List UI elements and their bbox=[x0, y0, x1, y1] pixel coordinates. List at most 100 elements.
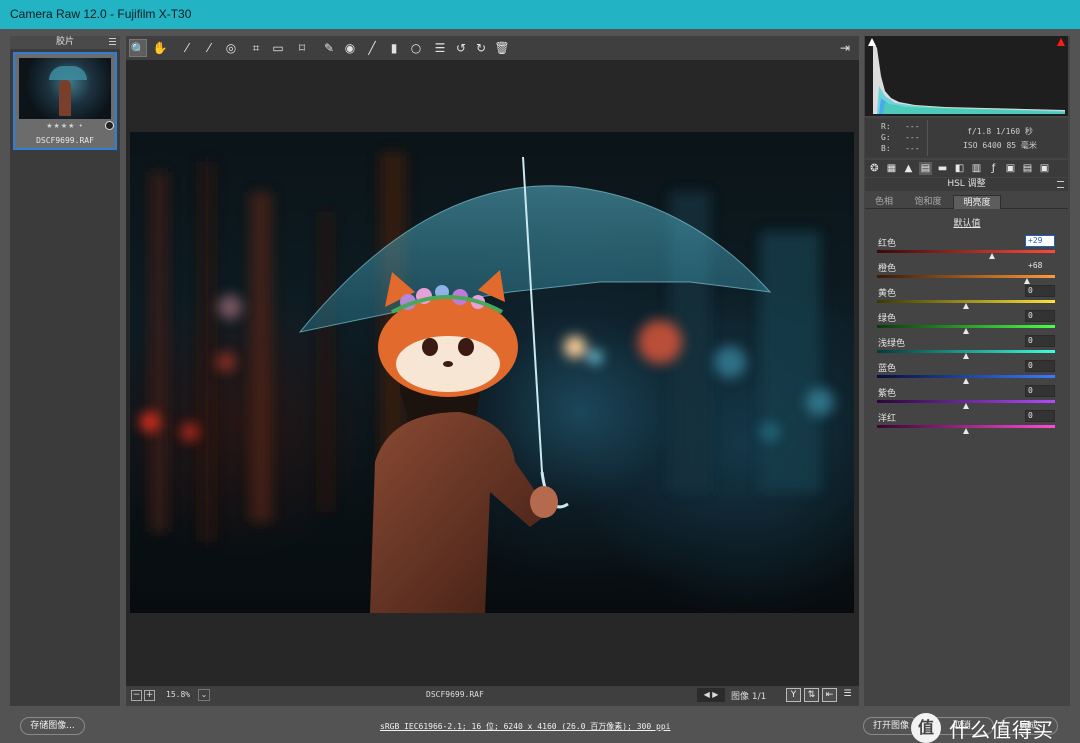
iso-focal-length: ISO 6400 85 毫米 bbox=[963, 141, 1037, 150]
effects-icon[interactable]: ▥ bbox=[970, 162, 983, 175]
color-sampler-tool-icon[interactable]: ⁄ bbox=[200, 39, 218, 57]
slider-label: 黄色 bbox=[878, 289, 897, 299]
hsl-icon[interactable]: ▤ bbox=[919, 162, 932, 175]
before-after-button[interactable]: ⇅ bbox=[804, 688, 819, 702]
tab-luminance[interactable]: 明亮度 bbox=[953, 195, 1001, 209]
slider-label: 浅绿色 bbox=[878, 339, 906, 349]
thumbnail-image bbox=[19, 58, 111, 119]
filmstrip-header: 胶片 bbox=[10, 36, 120, 49]
view-y-button[interactable]: Y bbox=[786, 688, 801, 702]
camera-raw-window: Camera Raw 12.0 - Fujifilm X-T30 胶片 ★★★★… bbox=[0, 0, 1080, 743]
slider-thumb[interactable] bbox=[963, 403, 969, 409]
targeted-adjustment-tool-icon[interactable]: ◎ bbox=[222, 39, 240, 57]
slider-thumb[interactable] bbox=[1023, 278, 1030, 284]
panel-tab-icons: ❂ ▦ ▲ ▤ ▬ ◧ ▥ ƒ ▣ ▤ ▣ bbox=[865, 160, 1068, 177]
image-nav-buttons[interactable]: ◀ ▶ bbox=[697, 688, 725, 702]
slider-thumb[interactable] bbox=[963, 303, 969, 309]
detail-icon[interactable]: ▲ bbox=[902, 162, 915, 175]
slider-label: 橙色 bbox=[878, 264, 897, 274]
radial-filter-icon[interactable]: ○ bbox=[407, 39, 425, 57]
transform-tool-icon[interactable]: ⌑ bbox=[293, 39, 311, 57]
zoom-in-button[interactable]: + bbox=[144, 690, 155, 701]
thumbnail-umbrella bbox=[49, 66, 87, 80]
calibration-icon[interactable]: ▣ bbox=[1004, 162, 1017, 175]
slider-row: 浅绿色 0 bbox=[877, 335, 1055, 361]
window-title: Camera Raw 12.0 - Fujifilm X-T30 bbox=[0, 0, 1080, 29]
exif-divider bbox=[927, 120, 928, 156]
adjustments-panel: R: --- G: --- B: --- f/1.8 1/160 秒 ISO 6… bbox=[864, 36, 1070, 706]
lens-icon[interactable]: ◧ bbox=[953, 162, 966, 175]
b-readout: B: --- bbox=[881, 144, 920, 153]
basic-icon[interactable]: ❂ bbox=[868, 162, 881, 175]
current-filename: DSCF9699.RAF bbox=[426, 690, 484, 699]
zoom-level: 15.8% bbox=[166, 690, 191, 699]
crop-tool-icon[interactable]: ⌗ bbox=[247, 39, 265, 57]
white-balance-tool-icon[interactable]: ⁄ bbox=[178, 39, 196, 57]
filmstrip-title: 胶片 bbox=[55, 37, 74, 47]
tab-saturation[interactable]: 饱和度 bbox=[905, 195, 951, 209]
delete-icon[interactable]: 🗑 bbox=[493, 39, 511, 57]
adjustment-brush-icon[interactable]: ╱ bbox=[363, 39, 381, 57]
slider-thumb[interactable] bbox=[963, 428, 969, 434]
slider-label: 蓝色 bbox=[878, 364, 897, 374]
slider-value-field[interactable]: 0 bbox=[1025, 310, 1055, 322]
hsl-panel-title: HSL 调整 bbox=[865, 178, 1068, 191]
panel-menu-icon[interactable] bbox=[1057, 181, 1064, 188]
watermark: 值 什么值得买 bbox=[905, 710, 1080, 743]
image-count: 图像 1/1 bbox=[731, 692, 767, 702]
fx-icon[interactable]: ƒ bbox=[987, 162, 1000, 175]
thumbnail-rating[interactable]: ★★★★ • bbox=[15, 122, 115, 130]
snapshots-icon[interactable]: ▣ bbox=[1038, 162, 1051, 175]
slider-value-field[interactable]: +68 bbox=[1025, 260, 1055, 272]
watermark-logo: 值 bbox=[911, 713, 941, 743]
filmstrip-thumbnail[interactable]: ★★★★ • DSCF9699.RAF bbox=[13, 52, 117, 150]
swap-settings-button[interactable]: ⇤ bbox=[822, 688, 837, 702]
filmstrip-menu-icon[interactable] bbox=[109, 38, 116, 45]
straighten-tool-icon[interactable]: ▭ bbox=[269, 39, 287, 57]
zoom-tool-icon[interactable]: 🔍 bbox=[129, 39, 147, 57]
slider-label: 绿色 bbox=[878, 314, 897, 324]
hand-tool-icon[interactable]: ✋ bbox=[151, 39, 169, 57]
slider-track[interactable] bbox=[877, 250, 1055, 253]
view-settings-icon[interactable]: ☰ bbox=[840, 688, 855, 702]
graduated-filter-icon[interactable]: ▮ bbox=[385, 39, 403, 57]
slider-thumb[interactable] bbox=[963, 328, 969, 334]
slider-value-field[interactable]: 0 bbox=[1025, 385, 1055, 397]
slider-row: 黄色 0 bbox=[877, 285, 1055, 311]
slider-value-field[interactable]: 0 bbox=[1025, 410, 1055, 422]
tab-hue[interactable]: 色相 bbox=[865, 195, 903, 209]
presets-icon[interactable]: ▤ bbox=[1021, 162, 1034, 175]
slider-thumb[interactable] bbox=[963, 378, 969, 384]
slider-thumb[interactable] bbox=[963, 353, 969, 359]
slider-row: 红色 +29 bbox=[877, 235, 1055, 261]
save-image-button[interactable]: 存储图像... bbox=[20, 717, 85, 735]
slider-thumb[interactable] bbox=[988, 253, 995, 259]
g-readout: G: --- bbox=[881, 133, 920, 142]
fox-sticker bbox=[378, 270, 518, 397]
slider-value-field[interactable]: 0 bbox=[1025, 335, 1055, 347]
preferences-icon[interactable]: ☰ bbox=[431, 39, 449, 57]
rotate-right-icon[interactable]: ↻ bbox=[472, 39, 490, 57]
thumbnail-figure bbox=[59, 80, 71, 116]
image-preview-area[interactable] bbox=[126, 60, 859, 686]
fullscreen-toggle-icon[interactable]: ⇥ bbox=[836, 39, 854, 57]
zoom-out-button[interactable]: − bbox=[131, 690, 142, 701]
slider-row: 蓝色 0 bbox=[877, 360, 1055, 386]
slider-value-field[interactable]: 0 bbox=[1025, 360, 1055, 372]
rotate-left-icon[interactable]: ↺ bbox=[452, 39, 470, 57]
preview-photo[interactable] bbox=[130, 132, 854, 613]
slider-value-field[interactable]: 0 bbox=[1025, 285, 1055, 297]
spot-removal-tool-icon[interactable]: ✎ bbox=[320, 39, 338, 57]
slider-value-field[interactable]: +29 bbox=[1025, 235, 1055, 247]
split-toning-icon[interactable]: ▬ bbox=[936, 162, 949, 175]
histogram-graph bbox=[873, 41, 1065, 114]
bottom-bar: 存储图像... sRGB IEC61966-2.1; 16 位; 6240 x … bbox=[0, 710, 1080, 743]
watermark-text: 什么值得买 bbox=[949, 718, 1054, 742]
defaults-link[interactable]: 默认值 bbox=[864, 216, 1070, 229]
preview-status-bar: − + 15.8% ⌄ DSCF9699.RAF ◀ ▶ 图像 1/1 Y ⇅ … bbox=[126, 686, 859, 706]
tone-curve-icon[interactable]: ▦ bbox=[885, 162, 898, 175]
zoom-dropdown[interactable]: ⌄ bbox=[198, 689, 210, 701]
red-eye-tool-icon[interactable]: ◉ bbox=[341, 39, 359, 57]
workflow-options-link[interactable]: sRGB IEC61966-2.1; 16 位; 6240 x 4160 (26… bbox=[380, 721, 670, 732]
aperture-shutter: f/1.8 1/160 秒 bbox=[967, 127, 1033, 136]
